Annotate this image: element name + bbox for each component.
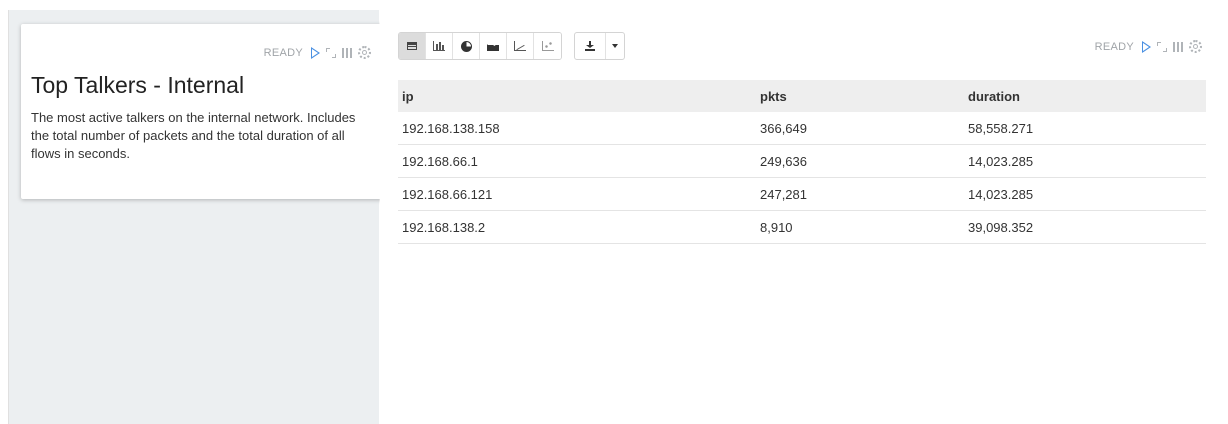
cell-pkts: 366,649 [756,112,964,145]
cell-ip: 192.168.66.1 [398,144,756,178]
description-paragraph: READY Top Talkers - Internal The most ac… [21,24,383,199]
cell-duration: 39,098.352 [964,210,1206,244]
cell-duration: 14,023.285 [964,144,1206,178]
cell-ip: 192.168.66.121 [398,177,756,211]
cell-duration: 14,023.285 [964,177,1206,211]
expand-icon[interactable] [326,47,336,58]
table-icon [407,42,417,50]
line-chart-button[interactable] [507,33,534,59]
download-button[interactable] [575,33,606,59]
scatter-chart-icon [541,41,554,51]
column-header-ip[interactable]: ip [398,80,756,112]
table-row: 192.168.66.121 247,281 14,023.285 [398,177,1206,211]
cell-ip: 192.168.138.158 [398,112,756,145]
cell-pkts: 247,281 [756,177,964,211]
status-label: READY [263,46,303,59]
area-chart-icon [487,42,499,51]
notebook-page: READY Top Talkers - Internal The most ac… [0,0,1228,424]
area-chart-button[interactable] [480,33,507,59]
table-row: 192.168.66.1 249,636 14,023.285 [398,144,1206,178]
gear-icon[interactable] [358,46,371,59]
pie-chart-button[interactable] [453,33,480,59]
download-dropdown-button[interactable] [606,33,624,59]
cell-pkts: 8,910 [756,210,964,244]
download-icon [585,41,595,51]
column-header-duration[interactable]: duration [964,80,1206,112]
result-paragraph: READY ip pkts duration 192.168.138.158 3… [380,10,1218,424]
status-label: READY [1094,40,1134,53]
table-row: 192.168.138.158 366,649 58,558.271 [398,112,1206,145]
paragraph-controls: READY [1095,40,1202,53]
gear-icon[interactable] [1189,40,1202,53]
bar-chart-icon [433,41,445,51]
run-icon[interactable] [311,46,320,59]
columns-icon[interactable] [1173,41,1183,52]
pie-chart-icon [460,40,472,52]
paragraph-title: Top Talkers - Internal [31,72,245,98]
visualization-toolbar [398,32,625,60]
columns-icon[interactable] [342,47,352,58]
run-icon[interactable] [1142,40,1151,53]
cell-ip: 192.168.138.2 [398,210,756,244]
expand-icon[interactable] [1157,41,1167,52]
table-header-row: ip pkts duration [398,80,1206,112]
scatter-chart-button[interactable] [534,33,561,59]
table-row: 192.168.138.2 8,910 39,098.352 [398,210,1206,244]
chevron-down-icon [612,44,618,48]
paragraph-description: The most active talkers on the internal … [31,110,356,161]
download-button-group [574,32,625,60]
results-table: ip pkts duration 192.168.138.158 366,649… [398,80,1206,244]
cell-duration: 58,558.271 [964,112,1206,145]
line-chart-icon [514,41,526,51]
paragraph-controls: READY [264,46,371,59]
visualization-button-group [398,32,562,60]
column-header-pkts[interactable]: pkts [756,80,964,112]
cell-pkts: 249,636 [756,144,964,178]
table-view-button[interactable] [399,33,426,59]
paragraph-column: READY Top Talkers - Internal The most ac… [8,10,383,424]
bar-chart-button[interactable] [426,33,453,59]
